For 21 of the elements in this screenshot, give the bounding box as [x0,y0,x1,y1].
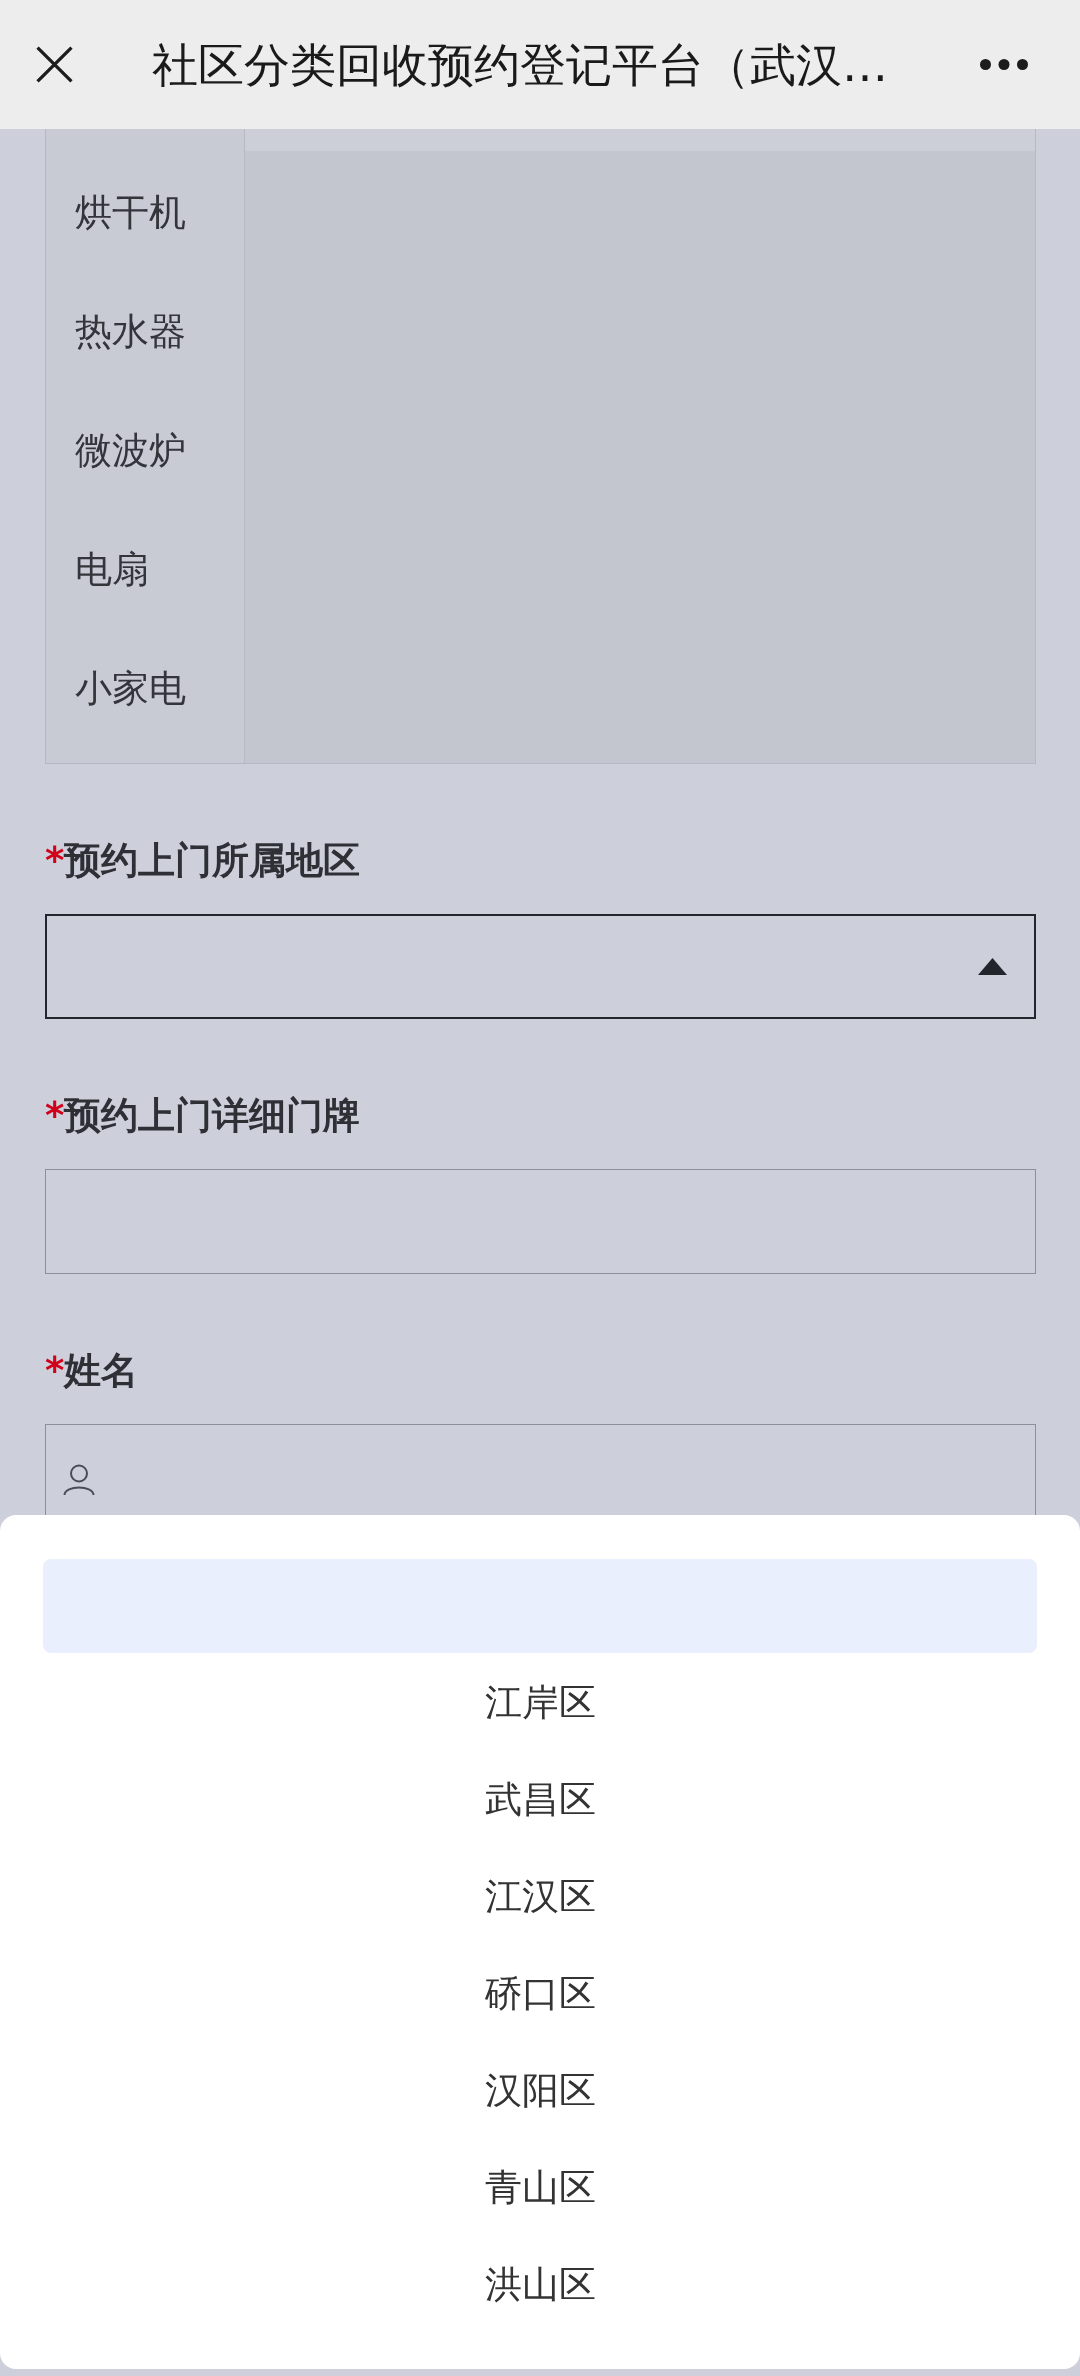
close-icon[interactable] [36,46,73,83]
dropdown-field[interactable] [45,914,1036,1019]
category-item[interactable]: 微波炉 [46,391,186,510]
field-label: *姓名 [45,1348,139,1394]
input-field[interactable] [45,1169,1036,1274]
dropdown-option[interactable]: 硚口区 [43,1945,1037,2042]
dropdown-option[interactable]: 青山区 [43,2139,1037,2236]
dropdown-option[interactable]: 江岸区 [43,1654,1037,1751]
dropdown-option[interactable]: 汉阳区 [43,2042,1037,2139]
category-item[interactable]: 热水器 [46,272,186,391]
page-title: 社区分类回收预约登记平台（武汉… [152,36,889,94]
field-label: *预约上门所属地区 [45,838,361,884]
more-icon[interactable] [980,59,1028,70]
dropdown-option[interactable]: 江汉区 [43,1848,1037,1945]
dropdown-option[interactable]: 武昌区 [43,1751,1037,1848]
category-item[interactable]: 小家电 [46,629,186,748]
dropdown-option[interactable]: 洪山区 [43,2236,1037,2333]
category-item[interactable]: 烘干机 [46,153,186,272]
person-icon [63,1464,95,1496]
field-label: *预约上门详细门牌 [45,1093,361,1139]
category-item[interactable]: 电扇 [46,510,149,629]
